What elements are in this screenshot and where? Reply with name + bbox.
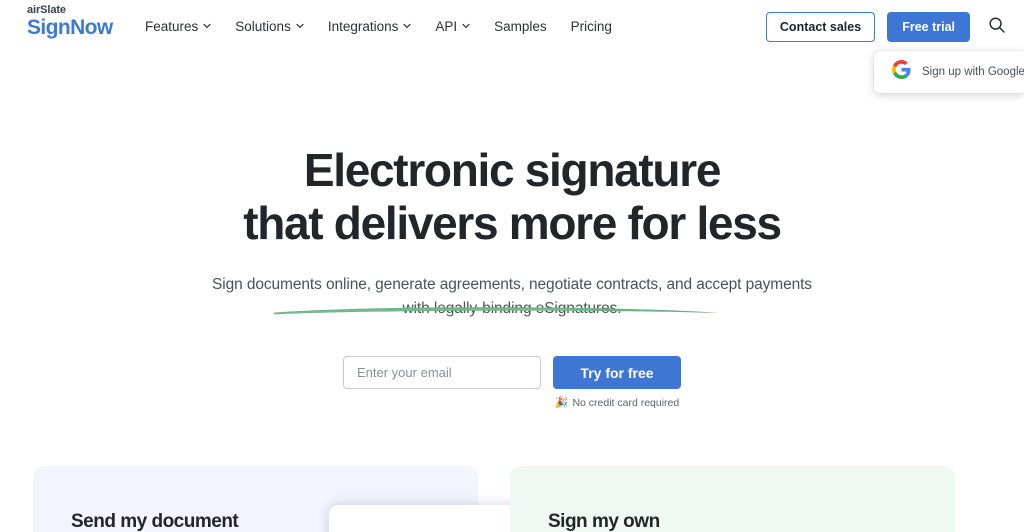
nav-item-integrations[interactable]: Integrations bbox=[328, 19, 412, 34]
hero-title-line-2: that delivers more for less bbox=[243, 197, 782, 249]
card-send-my-document[interactable]: Send my document Who is signing? bbox=[33, 466, 669, 532]
logo[interactable]: airSlate SignNow bbox=[27, 4, 113, 39]
google-signup-label: Sign up with Google bbox=[922, 66, 1024, 78]
chevron-down-icon bbox=[296, 22, 304, 30]
nav-item-api[interactable]: API bbox=[435, 19, 470, 34]
email-input[interactable] bbox=[343, 356, 541, 389]
nav-item-features[interactable]: Features bbox=[145, 19, 211, 34]
logo-airslate-text: airSlate bbox=[27, 4, 66, 16]
nav-label-solutions: Solutions bbox=[235, 19, 291, 34]
hero-subtitle-line-1: Sign documents online, generate agreemen… bbox=[212, 276, 742, 293]
party-popper-icon: 🎉 bbox=[554, 396, 569, 409]
nav-label-integrations: Integrations bbox=[327, 19, 399, 34]
search-button[interactable] bbox=[984, 14, 1010, 40]
no-credit-card-note: 🎉 No credit card required bbox=[555, 397, 680, 409]
nav-label-pricing: Pricing bbox=[570, 19, 612, 34]
contact-sales-button[interactable]: Contact sales bbox=[765, 11, 876, 42]
main-navigation: Features Solutions Integrations API Samp… bbox=[145, 0, 612, 53]
google-g-icon bbox=[892, 60, 911, 84]
card-title-sign: Sign my own bbox=[548, 511, 660, 532]
no-credit-card-text: No credit card required bbox=[572, 397, 680, 409]
nav-item-solutions[interactable]: Solutions bbox=[235, 19, 304, 34]
hero-cta-row: Try for free 🎉 No credit card required bbox=[0, 356, 1024, 409]
nav-label-features: Features bbox=[145, 19, 199, 34]
nav-label-samples: Samples bbox=[494, 19, 547, 34]
free-trial-button[interactable]: Free trial bbox=[887, 11, 970, 42]
google-signup-popup[interactable]: Sign up with Google bbox=[874, 51, 1024, 93]
nav-item-pricing[interactable]: Pricing bbox=[571, 19, 612, 34]
card-sign-my-own[interactable]: Sign my own Select your signature Legall… bbox=[510, 466, 955, 532]
nav-item-samples[interactable]: Samples bbox=[494, 19, 547, 34]
chevron-down-icon bbox=[462, 22, 470, 30]
option-cards: Send my document Who is signing? Sign my… bbox=[0, 466, 1024, 532]
header-actions: Contact sales Free trial bbox=[765, 0, 1010, 53]
cta-column: Try for free 🎉 No credit card required bbox=[553, 356, 681, 409]
logo-signnow-text: SignNow bbox=[27, 16, 113, 39]
chevron-down-icon bbox=[403, 22, 411, 30]
search-icon bbox=[988, 16, 1006, 37]
hero-section: Electronic signature that delivers more … bbox=[0, 53, 1024, 409]
nav-label-api: API bbox=[435, 19, 458, 34]
chevron-down-icon bbox=[203, 22, 211, 30]
hero-subtitle: Sign documents online, generate agreemen… bbox=[212, 273, 812, 321]
try-for-free-button[interactable]: Try for free bbox=[553, 356, 681, 389]
site-header: airSlate SignNow Features Solutions Inte… bbox=[0, 0, 1024, 53]
page-title: Electronic signature that delivers more … bbox=[0, 144, 1024, 315]
card-title-send: Send my document bbox=[71, 511, 239, 532]
hero-title-line-1: Electronic signature bbox=[303, 144, 722, 196]
